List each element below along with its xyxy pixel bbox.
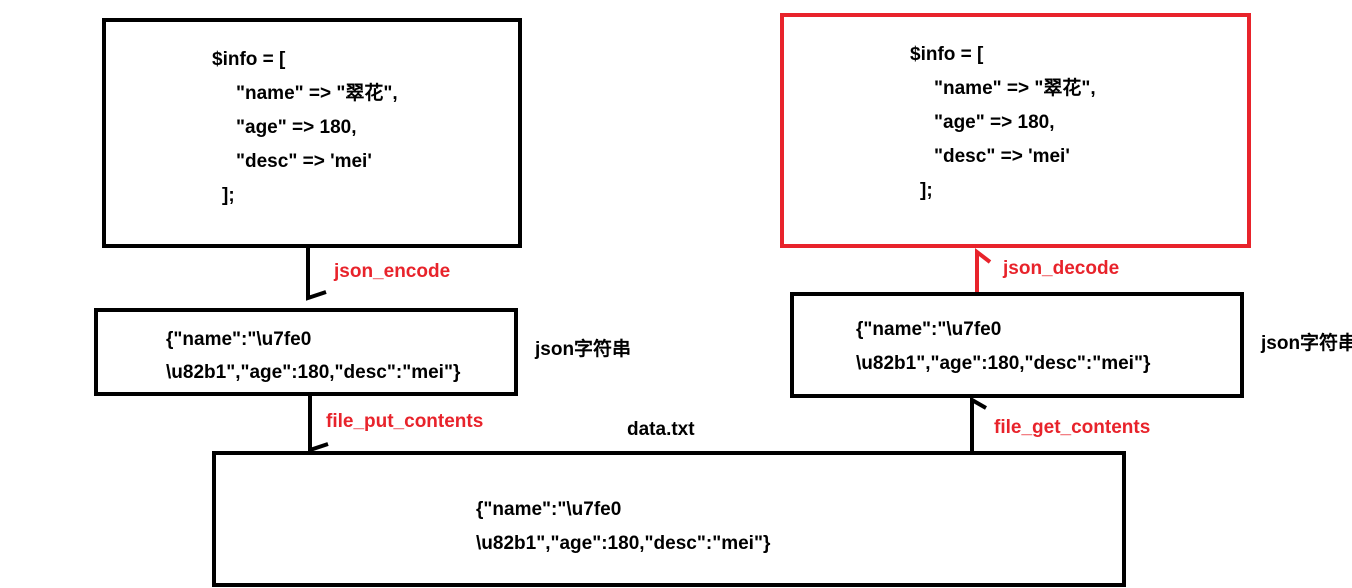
json-string-box-right: {"name":"\u7fe0 \u82b1","age":180,"desc"… xyxy=(790,292,1244,398)
code-line: "desc" => 'mei' xyxy=(236,151,372,172)
code-line: ]; xyxy=(920,180,933,201)
json-line: \u82b1","age":180,"desc":"mei"} xyxy=(166,362,461,383)
json-encode-label: json_encode xyxy=(334,261,451,282)
json-string-caption-right: json字符串 xyxy=(1261,333,1352,354)
json-decode-arrow xyxy=(975,247,992,296)
source-php-array-box: $info = [ "name" => "翠花", "age" => 180, … xyxy=(102,18,522,248)
code-line: $info = [ xyxy=(212,49,286,70)
code-line: "age" => 180, xyxy=(934,112,1055,133)
code-line: "name" => "翠花", xyxy=(236,83,398,104)
json-line: \u82b1","age":180,"desc":"mei"} xyxy=(476,533,771,554)
code-line: "desc" => 'mei' xyxy=(934,146,1070,167)
json-line: {"name":"\u7fe0 xyxy=(476,499,622,520)
file-put-contents-label: file_put_contents xyxy=(326,411,484,432)
code-line: "name" => "翠花", xyxy=(934,78,1096,99)
data-file-title: data.txt xyxy=(627,419,695,440)
decoded-php-array-box: $info = [ "name" => "翠花", "age" => 180, … xyxy=(780,13,1251,248)
file-get-contents-label: file_get_contents xyxy=(994,417,1151,438)
json-encode-arrow xyxy=(306,242,327,301)
json-line: {"name":"\u7fe0 xyxy=(856,319,1002,340)
data-file-box: {"name":"\u7fe0 \u82b1","age":180,"desc"… xyxy=(212,451,1126,587)
code-line: "age" => 180, xyxy=(236,117,357,138)
code-line: ]; xyxy=(222,185,235,206)
code-line: $info = [ xyxy=(910,44,984,65)
file-get-contents-arrow xyxy=(970,396,987,452)
json-line: \u82b1","age":180,"desc":"mei"} xyxy=(856,353,1151,374)
json-string-box-left: {"name":"\u7fe0 \u82b1","age":180,"desc"… xyxy=(94,308,518,396)
json-string-caption-left: json字符串 xyxy=(535,339,632,360)
json-line: {"name":"\u7fe0 xyxy=(166,329,312,350)
json-decode-label: json_decode xyxy=(1003,258,1120,279)
